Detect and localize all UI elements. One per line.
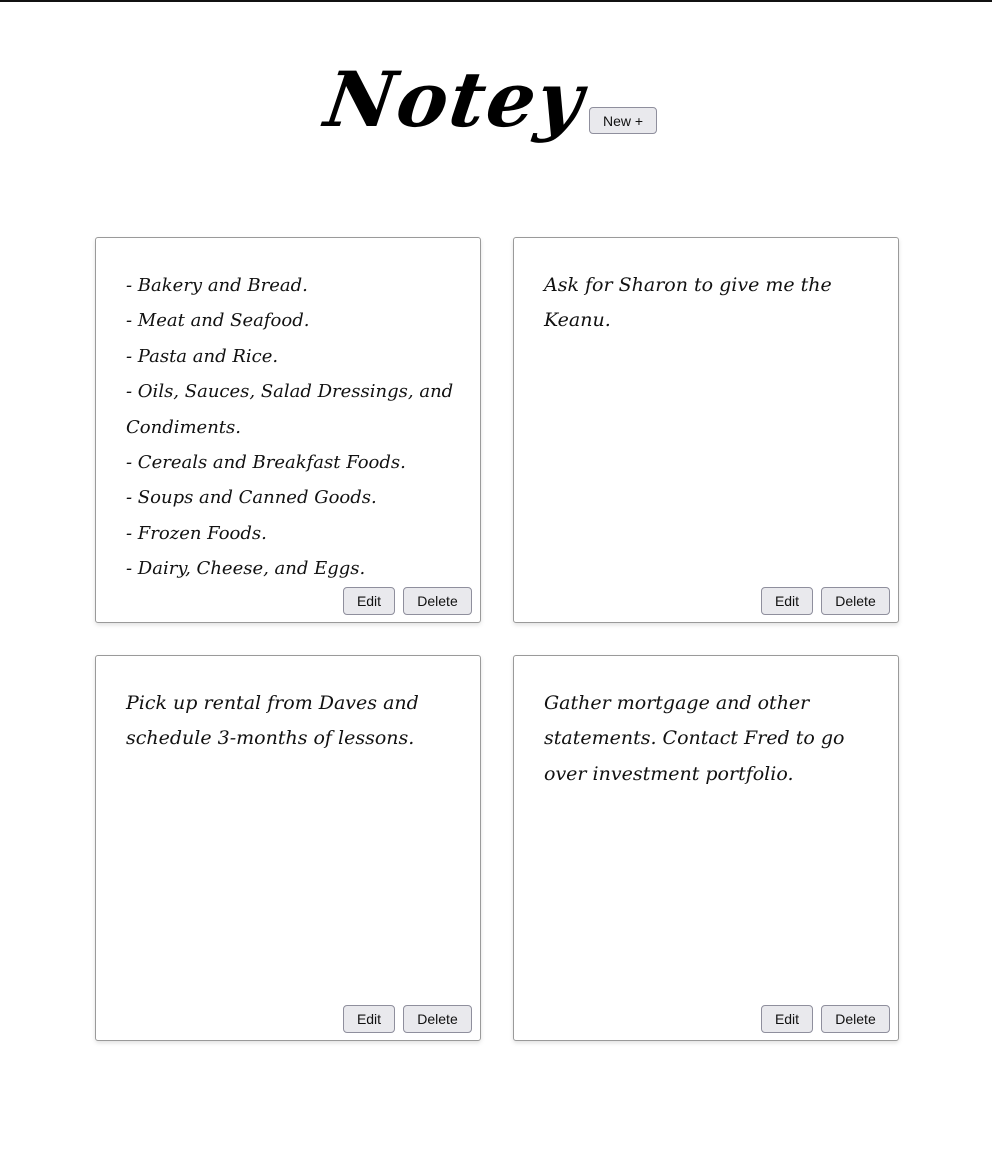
app-header: Notey New + xyxy=(0,0,992,200)
note-text: - Bakery and Bread. - Meat and Seafood. … xyxy=(126,275,454,580)
delete-button[interactable]: Delete xyxy=(403,1005,472,1033)
note-text: Gather mortgage and other statements. Co… xyxy=(544,692,845,785)
app-logo: Notey xyxy=(319,55,591,144)
delete-button[interactable]: Delete xyxy=(821,587,890,615)
new-note-button[interactable]: New + xyxy=(589,107,657,134)
note-text: Pick up rental from Daves and schedule 3… xyxy=(126,692,419,750)
note-card: Gather mortgage and other statements. Co… xyxy=(513,655,899,1041)
note-card: Ask for Sharon to give me the Keanu. Edi… xyxy=(513,237,899,623)
edit-button[interactable]: Edit xyxy=(343,1005,395,1033)
note-card: - Bakery and Bread. - Meat and Seafood. … xyxy=(95,237,481,623)
note-text: Ask for Sharon to give me the Keanu. xyxy=(544,274,832,332)
edit-button[interactable]: Edit xyxy=(761,1005,813,1033)
edit-button[interactable]: Edit xyxy=(343,587,395,615)
edit-button[interactable]: Edit xyxy=(761,587,813,615)
delete-button[interactable]: Delete xyxy=(821,1005,890,1033)
note-card: Pick up rental from Daves and schedule 3… xyxy=(95,655,481,1041)
delete-button[interactable]: Delete xyxy=(403,587,472,615)
